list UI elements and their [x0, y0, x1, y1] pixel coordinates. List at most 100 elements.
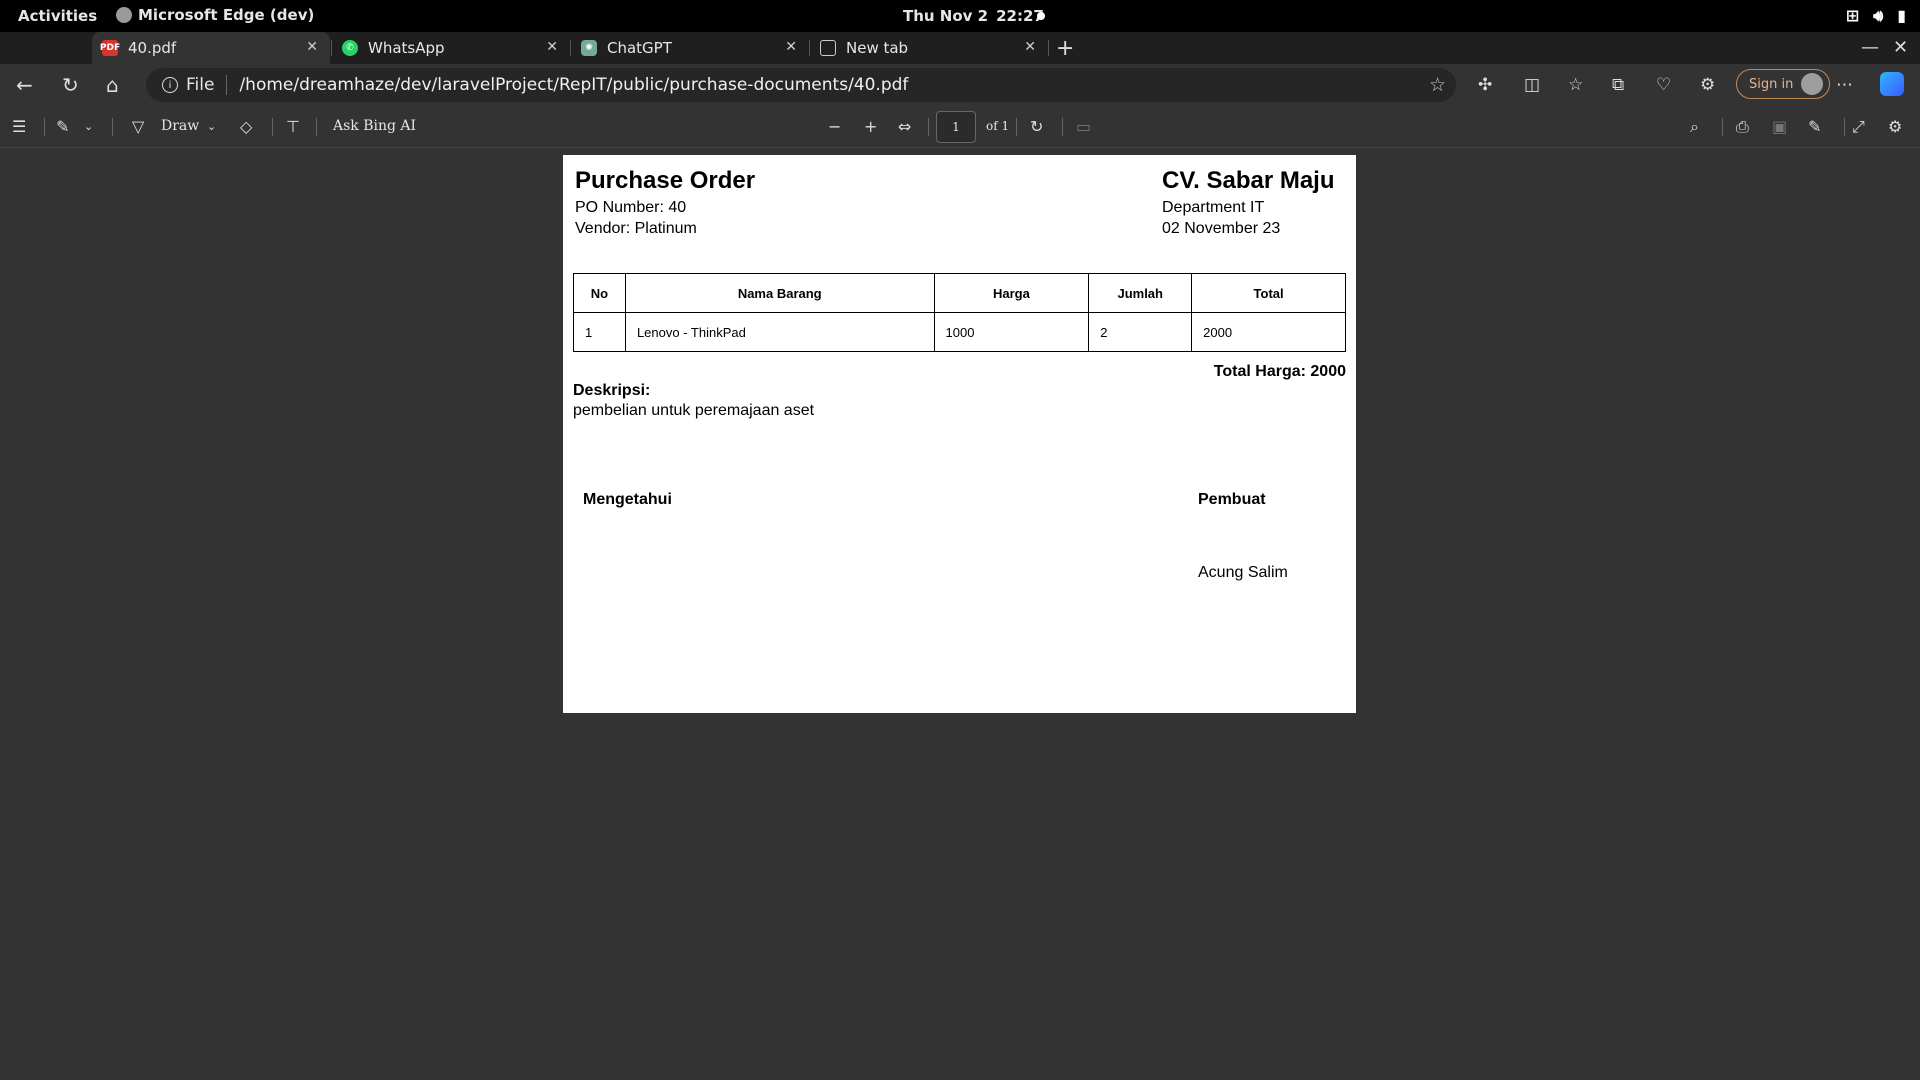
- app-menu[interactable]: Microsoft Edge (dev): [116, 6, 314, 24]
- tab-chatgpt[interactable]: ✺ ChatGPT ✕: [571, 32, 809, 64]
- draw-button[interactable]: Draw: [161, 118, 199, 134]
- app-name: Microsoft Edge (dev): [138, 6, 315, 24]
- po-vendor: Vendor: Platinum: [575, 220, 697, 237]
- creator-name: Acung Salim: [1198, 564, 1288, 581]
- performance-icon[interactable]: ⚙: [1700, 75, 1715, 95]
- erase-icon[interactable]: ◇: [240, 117, 252, 136]
- add-text-icon[interactable]: ⊤: [286, 117, 300, 136]
- column-header: Total: [1191, 273, 1346, 313]
- description-label: Deskripsi:: [573, 382, 651, 399]
- refresh-icon[interactable]: ↻: [62, 73, 79, 97]
- created-by-label: Pembuat: [1198, 491, 1266, 508]
- toolbar-separator: [316, 118, 317, 136]
- activities-button[interactable]: Activities: [18, 7, 97, 25]
- settings-gear-icon[interactable]: ⚙: [1888, 117, 1902, 136]
- edge-app-icon: [116, 7, 132, 23]
- close-tab-icon[interactable]: ✕: [1024, 39, 1036, 55]
- sign-in-button[interactable]: Sign in: [1736, 69, 1831, 99]
- table-cell: 1000: [933, 312, 1090, 352]
- minimize-window-button[interactable]: —: [1861, 37, 1879, 58]
- table-cell: Lenovo - ThinkPad: [624, 312, 935, 352]
- column-header: No: [573, 273, 626, 313]
- home-icon[interactable]: ⌂: [106, 73, 119, 97]
- zoom-in-icon[interactable]: +: [864, 117, 877, 136]
- page-number-input[interactable]: [936, 111, 976, 143]
- table-row: 1 Lenovo - ThinkPad 1000 2 2000: [573, 312, 1346, 352]
- toolbar-separator: [1062, 118, 1063, 136]
- toolbar-separator: [44, 118, 45, 136]
- browser-essentials-icon[interactable]: ♡: [1656, 75, 1671, 95]
- contents-icon[interactable]: ☰: [12, 117, 26, 136]
- system-tray[interactable]: ⊞ 🔊︎ ▮: [1846, 6, 1906, 26]
- save-as-icon[interactable]: ✎: [1808, 117, 1821, 136]
- pdf-page: Purchase Order PO Number: 40 Vendor: Pla…: [563, 155, 1356, 713]
- table-header-row: No Nama Barang Harga Jumlah Total: [573, 273, 1346, 313]
- chevron-down-icon[interactable]: ⌄: [84, 120, 93, 133]
- items-table: No Nama Barang Harga Jumlah Total 1 Leno…: [573, 273, 1346, 352]
- zoom-out-icon[interactable]: −: [828, 117, 841, 136]
- address-bar[interactable]: i File /home/dreamhaze/dev/laravelProjec…: [146, 68, 1456, 102]
- system-top-bar: Activities Microsoft Edge (dev) Thu Nov …: [0, 0, 1920, 32]
- page-count: of 1: [986, 119, 1010, 133]
- clock-date: Thu Nov 2: [903, 7, 989, 25]
- pdf-toolbar: ☰ ✎ ⌄ ▽ Draw ⌄ ◇ ⊤ Ask Bing AI − + ⇔ of …: [0, 106, 1920, 148]
- close-tab-icon[interactable]: ✕: [546, 39, 558, 55]
- pdf-icon: PDF: [100, 40, 120, 56]
- toolbar-separator: [272, 118, 273, 136]
- save-icon[interactable]: ▣: [1772, 117, 1787, 136]
- draw-icon[interactable]: ▽: [132, 117, 144, 136]
- copilot-icon[interactable]: [1880, 72, 1904, 96]
- toolbar-separator: [928, 118, 929, 136]
- avatar-icon: [1801, 73, 1824, 95]
- fullscreen-icon[interactable]: ⤢: [1852, 117, 1865, 137]
- navigation-bar: ← ↻ ⌂ i File /home/dreamhaze/dev/laravel…: [0, 64, 1920, 106]
- column-header: Nama Barang: [624, 273, 935, 313]
- toolbar-separator: [1844, 118, 1845, 136]
- total-price: Total Harga: 2000: [1213, 363, 1346, 380]
- favorite-star-icon[interactable]: ☆: [1429, 74, 1446, 96]
- highlight-icon[interactable]: ✎: [56, 117, 69, 136]
- sign-in-label: Sign in: [1749, 76, 1794, 92]
- ask-bing-ai-button[interactable]: Ask Bing AI: [333, 118, 416, 134]
- document-title: Purchase Order: [575, 167, 756, 194]
- column-header: Harga: [933, 273, 1090, 313]
- collections-icon[interactable]: ⧉: [1612, 75, 1624, 95]
- print-icon[interactable]: ⎙: [1736, 117, 1749, 137]
- toolbar-separator: [1722, 118, 1723, 136]
- rotate-icon[interactable]: ↻: [1030, 117, 1043, 136]
- tab-separator: [1048, 40, 1049, 56]
- pdf-viewer[interactable]: Purchase Order PO Number: 40 Vendor: Pla…: [0, 148, 1920, 1080]
- close-tab-icon[interactable]: ✕: [785, 39, 797, 55]
- table-cell: 1: [573, 312, 626, 352]
- chevron-down-icon[interactable]: ⌄: [207, 120, 216, 133]
- close-tab-icon[interactable]: ✕: [306, 39, 318, 55]
- network-icon: ⊞: [1845, 6, 1860, 25]
- description-text: pembelian untuk peremajaan aset: [573, 402, 815, 419]
- tab-whatsapp[interactable]: ✆ WhatsApp ✕: [332, 32, 570, 64]
- site-info-icon[interactable]: i: [162, 77, 178, 93]
- tab-40-pdf[interactable]: PDF 40.pdf ✕: [92, 32, 330, 64]
- split-screen-icon[interactable]: ◫: [1524, 75, 1540, 95]
- back-icon[interactable]: ←: [16, 73, 33, 97]
- new-tab-button[interactable]: +: [1056, 36, 1074, 61]
- page-view-icon[interactable]: ▭: [1076, 117, 1091, 136]
- company-name: CV. Sabar Maju: [1162, 167, 1335, 194]
- search-icon[interactable]: ⌕: [1690, 117, 1699, 137]
- toolbar-separator: [112, 118, 113, 136]
- whatsapp-icon: ✆: [342, 40, 358, 56]
- favorites-icon[interactable]: ☆: [1568, 75, 1583, 95]
- url-text[interactable]: /home/dreamhaze/dev/laravelProject/RepIT…: [239, 75, 908, 95]
- clock[interactable]: Thu Nov 2 22:27: [903, 7, 1045, 25]
- fit-page-icon[interactable]: ⇔: [898, 117, 911, 136]
- tab-new-tab[interactable]: New tab ✕: [810, 32, 1048, 64]
- extensions-icon[interactable]: ✣: [1478, 75, 1492, 95]
- more-options-icon[interactable]: ⋯: [1836, 75, 1853, 95]
- column-header: Jumlah: [1088, 273, 1193, 313]
- toolbar-separator: [1016, 118, 1017, 136]
- tab-label: 40.pdf: [128, 39, 177, 57]
- battery-icon: ▮: [1897, 6, 1906, 25]
- document-date: 02 November 23: [1162, 220, 1281, 237]
- table-cell: 2000: [1191, 312, 1346, 352]
- acknowledged-by-label: Mengetahui: [583, 491, 672, 508]
- close-window-button[interactable]: ✕: [1893, 37, 1908, 58]
